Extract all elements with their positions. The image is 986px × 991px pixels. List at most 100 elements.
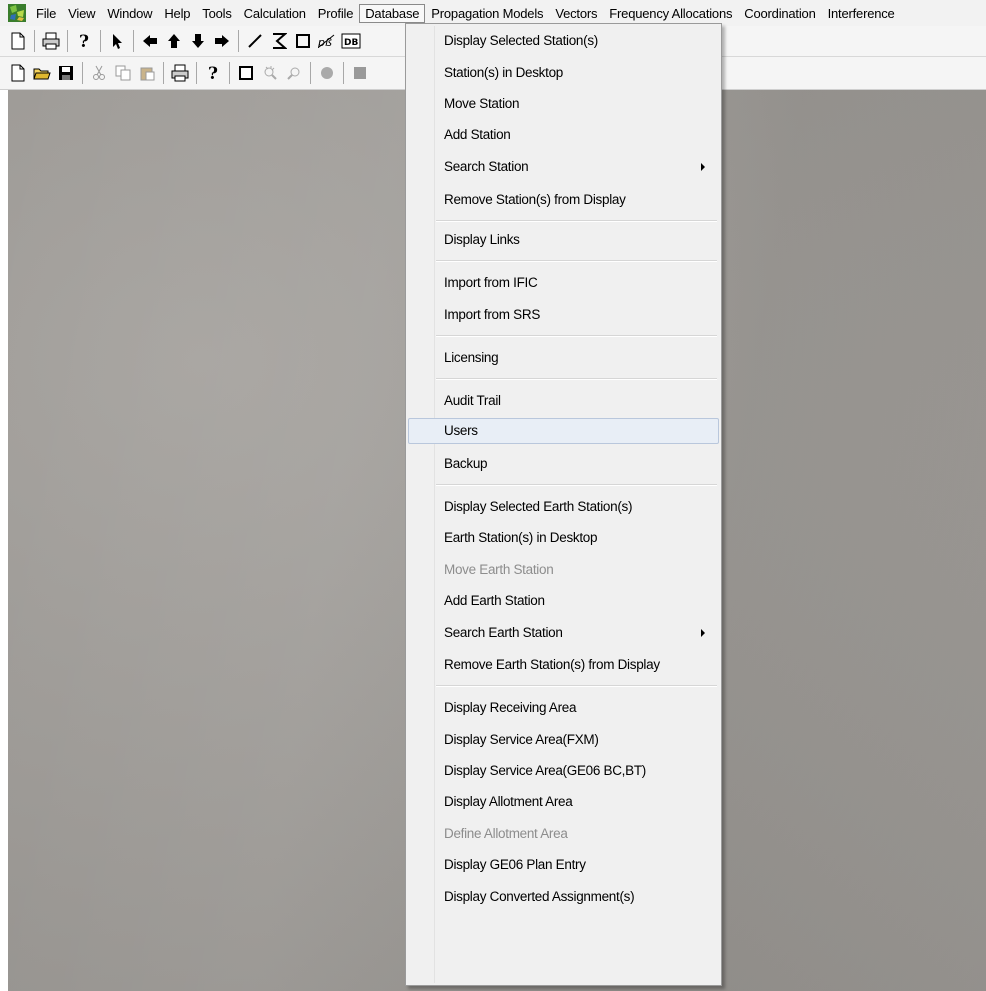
open-folder-icon[interactable] — [30, 61, 54, 85]
menu-item-label: Users — [444, 423, 478, 438]
new-document-icon[interactable] — [6, 29, 30, 53]
measure-icon[interactable]: pß — [315, 29, 339, 53]
rectangle-icon[interactable] — [291, 29, 315, 53]
menu-item-display-receiving-area[interactable]: Display Receiving Area — [408, 695, 719, 721]
menu-item-display-service-area-fxm[interactable]: Display Service Area(FXM) — [408, 727, 719, 753]
menu-item-label: Display Converted Assignment(s) — [444, 889, 635, 904]
menu-item-earth-stations-in-desktop[interactable]: Earth Station(s) in Desktop — [408, 525, 719, 551]
menu-item-label: Earth Station(s) in Desktop — [444, 530, 598, 545]
paste-icon[interactable] — [135, 61, 159, 85]
menu-separator — [436, 335, 717, 337]
copy-icon[interactable] — [111, 61, 135, 85]
zoom-in-icon[interactable] — [258, 61, 282, 85]
menu-separator — [436, 220, 717, 222]
menu-item-display-allotment-area[interactable]: Display Allotment Area — [408, 789, 719, 815]
zoom-out-icon[interactable] — [282, 61, 306, 85]
menu-item-label: Display GE06 Plan Entry — [444, 857, 586, 872]
submenu-arrow-icon — [701, 163, 705, 171]
menu-propagation-models[interactable]: Propagation Models — [425, 4, 549, 23]
save-icon[interactable] — [54, 61, 78, 85]
menu-item-move-station[interactable]: Move Station — [408, 91, 719, 117]
menu-item-label: Display Service Area(FXM) — [444, 732, 599, 747]
menu-item-licensing[interactable]: Licensing — [408, 345, 719, 371]
menu-item-display-service-area-ge06[interactable]: Display Service Area(GE06 BC,BT) — [408, 758, 719, 784]
svg-text:?: ? — [79, 32, 89, 50]
menu-separator — [436, 484, 717, 486]
menu-calculation[interactable]: Calculation — [238, 4, 312, 23]
menu-item-label: Display Links — [444, 232, 520, 247]
menu-coordination[interactable]: Coordination — [738, 4, 821, 23]
menu-item-stations-in-desktop[interactable]: Station(s) in Desktop — [408, 60, 719, 86]
menu-view[interactable]: View — [62, 4, 101, 23]
menu-item-display-ge06-plan-entry[interactable]: Display GE06 Plan Entry — [408, 852, 719, 878]
menu-item-remove-earth-stations-from-display[interactable]: Remove Earth Station(s) from Display — [408, 652, 719, 678]
menu-item-label: Display Allotment Area — [444, 794, 573, 809]
menu-item-import-from-srs[interactable]: Import from SRS — [408, 302, 719, 328]
svg-text:?: ? — [208, 64, 218, 82]
square-icon[interactable] — [234, 61, 258, 85]
app-logo-icon[interactable] — [8, 4, 26, 22]
arrow-down-icon[interactable] — [186, 29, 210, 53]
menu-profile[interactable]: Profile — [312, 4, 359, 23]
menu-item-label: Display Selected Station(s) — [444, 33, 598, 48]
arrow-left-icon[interactable] — [138, 29, 162, 53]
help-icon[interactable]: ? — [201, 61, 225, 85]
menu-separator — [436, 378, 717, 380]
menu-item-label: Display Service Area(GE06 BC,BT) — [444, 763, 646, 778]
menu-frequency-allocations[interactable]: Frequency Allocations — [603, 4, 738, 23]
menu-item-move-earth-station[interactable]: Move Earth Station — [408, 557, 719, 583]
menu-item-label: Display Selected Earth Station(s) — [444, 499, 633, 514]
menu-item-add-station[interactable]: Add Station — [408, 122, 719, 148]
menu-item-display-converted-assignments[interactable]: Display Converted Assignment(s) — [408, 884, 719, 910]
menu-item-label: Display Receiving Area — [444, 700, 577, 715]
menu-separator — [436, 260, 717, 262]
menu-item-search-earth-station[interactable]: Search Earth Station — [408, 620, 719, 646]
menu-item-label: Import from SRS — [444, 307, 541, 322]
menu-item-import-from-ific[interactable]: Import from IFIC — [408, 270, 719, 296]
menu-item-label: Licensing — [444, 350, 499, 365]
menu-item-add-earth-station[interactable]: Add Earth Station — [408, 588, 719, 614]
line-icon[interactable] — [243, 29, 267, 53]
menu-item-label: Define Allotment Area — [444, 826, 568, 841]
menu-item-display-selected-earth-stations[interactable]: Display Selected Earth Station(s) — [408, 494, 719, 520]
circle-icon[interactable] — [315, 61, 339, 85]
print-icon[interactable] — [168, 61, 192, 85]
menu-database[interactable]: Database — [359, 3, 426, 23]
select-arrow-icon[interactable] — [105, 29, 129, 53]
menu-item-display-selected-stations[interactable]: Display Selected Station(s) — [408, 28, 719, 54]
new-file-icon[interactable] — [6, 61, 30, 85]
menu-item-label: Add Earth Station — [444, 593, 545, 608]
polyline-icon[interactable] — [267, 29, 291, 53]
print-icon[interactable] — [39, 29, 63, 53]
menu-item-users[interactable]: Users — [408, 418, 719, 444]
menu-help[interactable]: Help — [158, 4, 196, 23]
menu-item-define-allotment-area[interactable]: Define Allotment Area — [408, 821, 719, 847]
menu-item-label: Search Earth Station — [444, 625, 563, 640]
menu-item-label: Move Earth Station — [444, 562, 554, 577]
menu-item-audit-trail[interactable]: Audit Trail — [408, 388, 719, 414]
menu-interference[interactable]: Interference — [822, 4, 901, 23]
help-icon[interactable]: ? — [72, 29, 96, 53]
menu-tools[interactable]: Tools — [196, 4, 237, 23]
database-icon[interactable]: DB — [339, 29, 363, 53]
submenu-arrow-icon — [701, 629, 705, 637]
fill-icon[interactable] — [348, 61, 372, 85]
menu-window[interactable]: Window — [101, 4, 158, 23]
menu-item-display-links[interactable]: Display Links — [408, 227, 719, 253]
arrow-right-icon[interactable] — [210, 29, 234, 53]
menu-vectors[interactable]: Vectors — [549, 4, 603, 23]
menu-item-label: Remove Earth Station(s) from Display — [444, 657, 660, 672]
menu-item-label: Add Station — [444, 127, 511, 142]
menu-item-label: Remove Station(s) from Display — [444, 192, 626, 207]
menu-item-label: Search Station — [444, 159, 529, 174]
menu-item-label: Audit Trail — [444, 393, 501, 408]
menu-item-backup[interactable]: Backup — [408, 451, 719, 477]
menu-file[interactable]: File — [30, 4, 62, 23]
svg-text:DB: DB — [344, 38, 358, 48]
menu-item-search-station[interactable]: Search Station — [408, 154, 719, 180]
menu-item-remove-stations-from-display[interactable]: Remove Station(s) from Display — [408, 187, 719, 213]
cut-icon[interactable] — [87, 61, 111, 85]
arrow-up-icon[interactable] — [162, 29, 186, 53]
menu-item-label: Backup — [444, 456, 488, 471]
menu-item-label: Station(s) in Desktop — [444, 65, 564, 80]
